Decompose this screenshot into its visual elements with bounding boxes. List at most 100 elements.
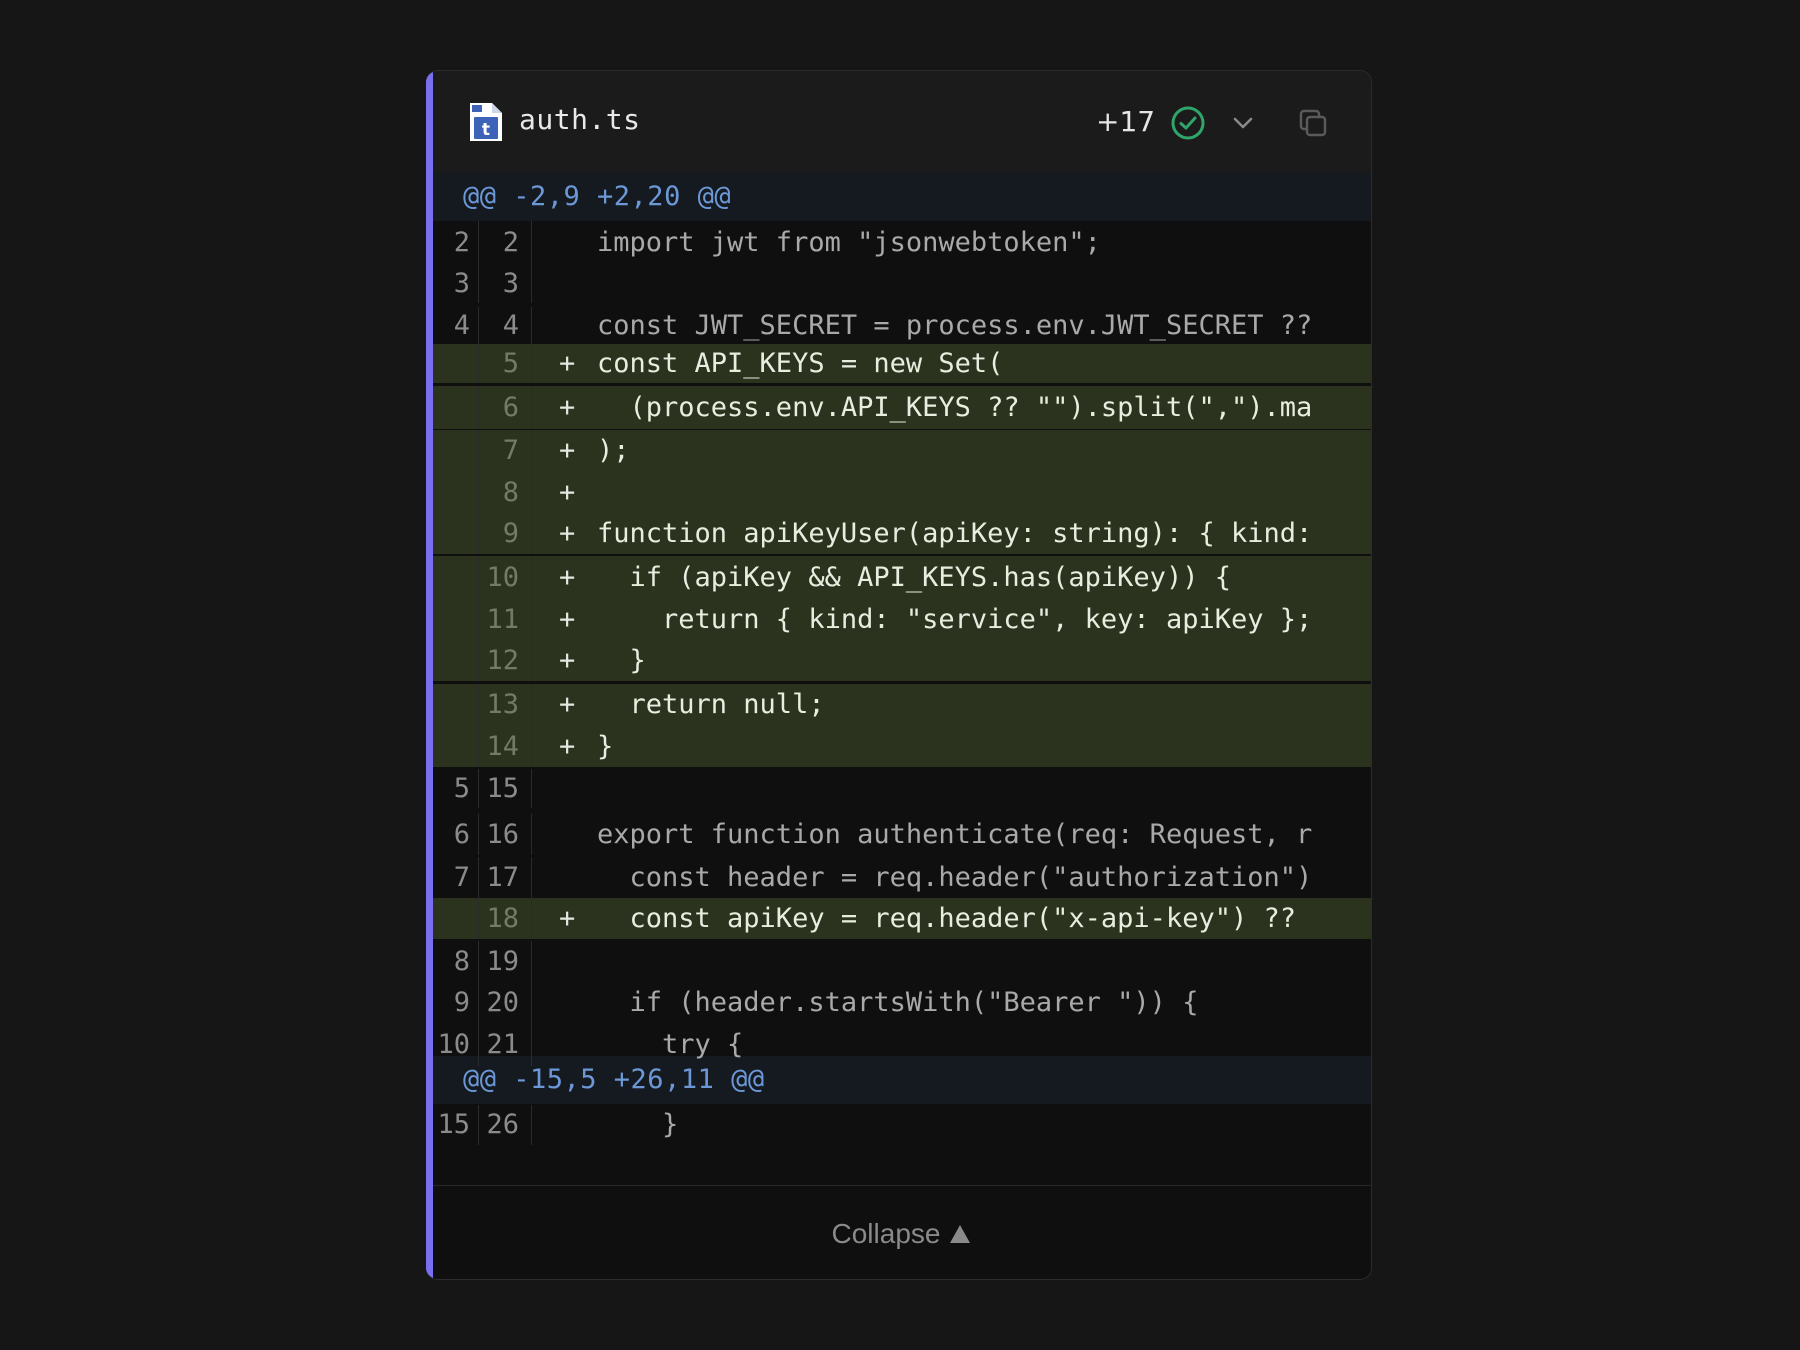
- old-line-number: [433, 344, 479, 383]
- diff-marker: +: [559, 903, 576, 934]
- new-line-number: 4: [480, 307, 532, 344]
- new-line-number: 5: [480, 344, 532, 383]
- code-text: import jwt from "jsonwebtoken";: [597, 227, 1101, 258]
- file-name: auth.ts: [519, 103, 641, 136]
- diff-marker: +: [559, 435, 576, 466]
- code-text: }: [597, 1109, 679, 1140]
- diff-line-added: 7 +);: [433, 430, 1371, 471]
- code-text: const apiKey = req.header("x-api-key") ?…: [597, 903, 1296, 934]
- diff-line-context: 5 15: [433, 769, 1371, 808]
- code-text: (process.env.API_KEYS ?? "").split(",").…: [597, 392, 1313, 423]
- diff-marker: +: [559, 562, 576, 593]
- new-line-number: 19: [480, 941, 532, 983]
- diff-marker: +: [559, 477, 576, 508]
- new-line-number: 7: [480, 430, 532, 471]
- new-line-number: 11: [480, 599, 532, 641]
- copy-icon[interactable]: [1297, 107, 1329, 139]
- diff-line-added: 14 +}: [433, 726, 1371, 767]
- diff-marker: +: [559, 645, 576, 676]
- code-text: try {: [597, 1029, 744, 1060]
- code-text: return { kind: "service", key: apiKey };: [597, 604, 1313, 635]
- diff-marker: +: [559, 392, 576, 423]
- old-line-number: [433, 726, 479, 767]
- diff-line-context: 10 21 try {: [433, 1023, 1371, 1066]
- new-line-number: 26: [480, 1105, 532, 1145]
- old-line-number: 15: [433, 1105, 479, 1145]
- new-line-number: 21: [480, 1023, 532, 1066]
- old-line-number: [433, 641, 479, 681]
- diff-line-added: 8 +: [433, 471, 1371, 514]
- diff-line-added: 12 + }: [433, 641, 1371, 681]
- code-text: const header = req.header("authorization…: [597, 862, 1313, 893]
- diff-marker: +: [559, 518, 576, 549]
- new-line-number: 16: [480, 814, 532, 855]
- new-line-number: 10: [480, 556, 532, 600]
- collapse-button[interactable]: Collapse: [433, 1185, 1371, 1279]
- code-text: const JWT_SECRET = process.env.JWT_SECRE…: [597, 310, 1313, 341]
- code-text: function apiKeyUser(apiKey: string): { k…: [597, 518, 1313, 549]
- new-line-number: 13: [480, 684, 532, 726]
- new-line-number: 8: [480, 471, 532, 514]
- old-line-number: 2: [433, 221, 479, 264]
- old-line-number: [433, 684, 479, 726]
- diff-line-added: 13 + return null;: [433, 684, 1371, 726]
- old-line-number: 9: [433, 982, 479, 1024]
- old-line-number: 5: [433, 769, 479, 808]
- chevron-down-icon[interactable]: [1229, 109, 1257, 137]
- diff-line-added: 10 + if (apiKey && API_KEYS.has(apiKey)) …: [433, 556, 1371, 600]
- old-line-number: [433, 471, 479, 514]
- diff-line-context: 9 20 if (header.startsWith("Bearer ")) {: [433, 982, 1371, 1024]
- new-line-number: 17: [480, 857, 532, 899]
- diff-line-context: 15 26 }: [433, 1105, 1371, 1145]
- new-line-number: 20: [480, 982, 532, 1024]
- collapse-label: Collapse: [831, 1218, 941, 1249]
- diff-marker: +: [559, 689, 576, 720]
- diff-marker: +: [559, 348, 576, 379]
- old-line-number: 8: [433, 941, 479, 983]
- diff-line-context: 4 4 const JWT_SECRET = process.env.JWT_SEC…: [433, 307, 1371, 344]
- diff-line-added: 5 + const API_KEYS = new Set(: [433, 344, 1371, 383]
- code-text: export function authenticate(req: Reques…: [597, 819, 1313, 850]
- old-line-number: [433, 430, 479, 471]
- diff-line-context: 2 2 import jwt from "jsonwebtoken";: [433, 221, 1371, 264]
- new-line-number: 6: [480, 386, 532, 429]
- diff-view[interactable]: @@ -2,9 +2,20 @@ @@ -15,5 +26,11 @@ 2 2 im…: [433, 173, 1371, 1185]
- new-line-number: 14: [480, 726, 532, 767]
- old-line-number: [433, 599, 479, 641]
- old-line-number: [433, 514, 479, 554]
- file-header[interactable]: t auth.ts +17: [433, 71, 1371, 173]
- new-line-number: 3: [480, 264, 532, 303]
- old-line-number: [433, 386, 479, 429]
- typescript-file-icon: t: [470, 103, 502, 141]
- code-text: }: [597, 645, 646, 676]
- old-line-number: [433, 898, 479, 939]
- triangle-up-icon: [950, 1225, 971, 1243]
- added-count: +17: [1096, 105, 1156, 138]
- old-line-number: 4: [433, 307, 479, 344]
- diff-marker: +: [559, 731, 576, 762]
- old-line-number: 3: [433, 264, 479, 303]
- diff-line-context: 7 17 const header = req.header("authoriza…: [433, 857, 1371, 899]
- accent-bar: [426, 71, 433, 1279]
- new-line-number: 15: [480, 769, 532, 808]
- new-line-number: 2: [480, 221, 532, 264]
- code-text: const API_KEYS = new Set(: [597, 348, 1004, 379]
- code-text: if (header.startsWith("Bearer ")) {: [597, 987, 1199, 1018]
- diff-card: t auth.ts +17 @@ -2,9 +2,20 @@ @@ -15,5 …: [426, 70, 1372, 1280]
- old-line-number: 6: [433, 814, 479, 855]
- old-line-number: 7: [433, 857, 479, 899]
- diff-line-added: 11 + return { kind: "service", key: apiKe…: [433, 599, 1371, 641]
- diff-marker: +: [559, 604, 576, 635]
- hunk-header: @@ -2,9 +2,20 @@: [433, 173, 1371, 221]
- code-text: if (apiKey && API_KEYS.has(apiKey)) {: [597, 562, 1231, 593]
- old-line-number: [433, 556, 479, 600]
- diff-line-added: 6 + (process.env.API_KEYS ?? "").split(",…: [433, 386, 1371, 429]
- code-text: );: [597, 435, 630, 466]
- new-line-number: 12: [480, 641, 532, 681]
- diff-line-context: 8 19: [433, 941, 1371, 983]
- diff-line-added: 9 + function apiKeyUser(apiKey: string): {…: [433, 514, 1371, 554]
- diff-line-context: 6 16 export function authenticate(req: Req…: [433, 814, 1371, 855]
- new-line-number: 9: [480, 514, 532, 554]
- code-text: }: [597, 731, 614, 762]
- svg-text:t: t: [482, 120, 490, 140]
